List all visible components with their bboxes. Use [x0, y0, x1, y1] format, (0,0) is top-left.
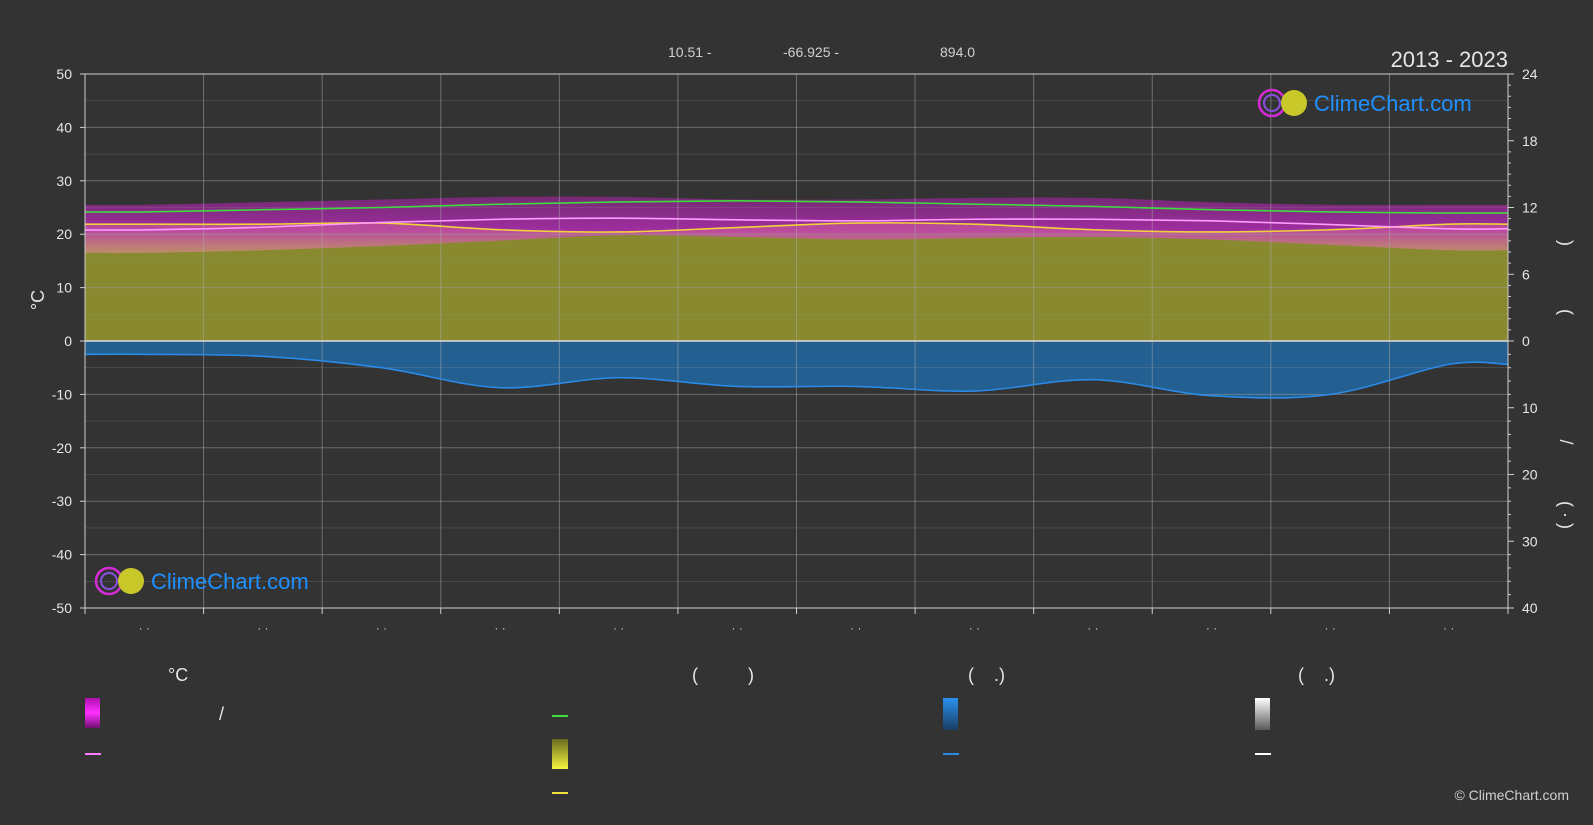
left-tick-label: 30	[56, 173, 72, 189]
left-tick-label: -30	[52, 493, 72, 509]
left-tick-label: 40	[56, 119, 72, 135]
legend-heading-sun: ( )	[692, 665, 754, 685]
month-label: · ·	[969, 621, 980, 635]
right-tick-label-precip: 30	[1522, 533, 1538, 549]
left-tick-label: 20	[56, 226, 72, 242]
logo-top: ClimeChart.com	[1257, 88, 1472, 118]
left-tick-label: -40	[52, 547, 72, 563]
right-axis-paren-close: )	[1556, 240, 1576, 246]
legend-heading-temperature: °C	[168, 665, 189, 685]
month-label: · ·	[850, 621, 861, 635]
left-tick-label: 10	[56, 280, 72, 296]
month-label: · ·	[1206, 621, 1217, 635]
right-tick-label-hours: 12	[1522, 200, 1538, 216]
legend-swatch-temp-range	[85, 698, 100, 728]
left-tick-label: -20	[52, 440, 72, 456]
month-label: · ·	[139, 621, 150, 635]
longitude-text: -66.925 -	[783, 44, 839, 60]
left-axis-label: °C	[28, 290, 48, 310]
legend-heading-rain: ( .)	[968, 665, 1005, 685]
legend-slash: /	[219, 704, 225, 724]
month-label: · ·	[1443, 621, 1454, 635]
legend-swatch-snow	[1255, 698, 1270, 730]
right-tick-label-hours: 0	[1522, 333, 1530, 349]
month-label: · ·	[494, 621, 505, 635]
chart-grid	[85, 73, 1508, 609]
month-label: · ·	[613, 621, 624, 635]
right-axis-slash: /	[1556, 439, 1576, 444]
right-tick-label-precip: 40	[1522, 600, 1538, 616]
period-text: 2013 - 2023	[1391, 47, 1508, 72]
left-tick-label: -10	[52, 386, 72, 402]
month-label: · ·	[732, 621, 743, 635]
copyright-text: © ClimeChart.com	[1454, 787, 1569, 803]
legend-swatch-precipitation	[943, 698, 958, 730]
latitude-text: 10.51 -	[668, 44, 712, 60]
left-tick-label: -50	[52, 600, 72, 616]
legend-swatch-sunshine	[552, 739, 568, 769]
right-tick-label-hours: 18	[1522, 133, 1538, 149]
logo-sun-icon	[118, 568, 144, 594]
climate-chart: 50 40 30 20 10 0 -10 -20 -30 -40 -50 24 18 12 6 0 10 20 30…	[28, 44, 1576, 794]
logo-ring-inner-icon	[1263, 94, 1281, 112]
logo-top-text: ClimeChart.com	[1314, 91, 1472, 116]
logo-bottom-text: ClimeChart.com	[151, 569, 309, 594]
right-tick-label-hours: 24	[1522, 66, 1538, 82]
legend-heading-snow: ( .)	[1298, 665, 1335, 685]
month-label: · ·	[376, 621, 387, 635]
month-label: · ·	[257, 621, 268, 635]
logo-sun-icon	[1281, 90, 1307, 116]
month-label: · ·	[1324, 621, 1335, 635]
left-tick-label: 0	[64, 333, 72, 349]
left-tick-label: 50	[56, 66, 72, 82]
right-tick-label-precip: 20	[1522, 467, 1538, 483]
right-axis-bottom-paren: ( · )	[1556, 501, 1576, 529]
right-tick-label-precip: 10	[1522, 400, 1538, 416]
right-axis-paren-open: (	[1556, 309, 1576, 315]
right-tick-label-hours: 6	[1522, 266, 1530, 282]
elevation-text: 894.0	[940, 44, 975, 60]
logo-bottom: ClimeChart.com	[94, 566, 309, 596]
month-label: · ·	[1087, 621, 1098, 635]
